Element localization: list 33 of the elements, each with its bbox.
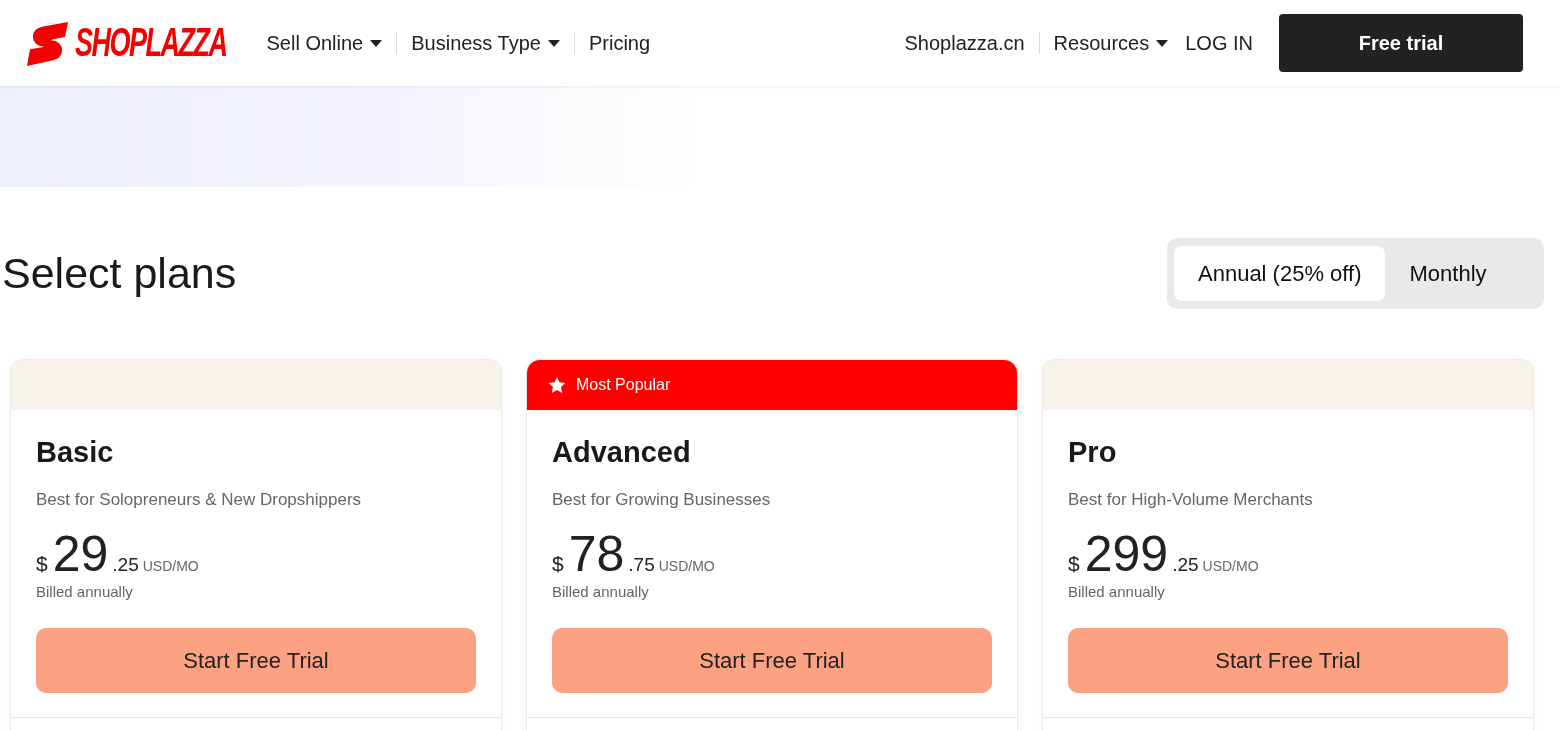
plan-name: Pro bbox=[1068, 435, 1118, 470]
free-trial-button[interactable]: Free trial bbox=[1279, 14, 1523, 72]
brand-name[interactable]: SHOPLAZZA bbox=[75, 22, 227, 64]
plan-tagline: Best for Solopreneurs & New Dropshippers bbox=[36, 489, 363, 511]
price-amount: 78 bbox=[568, 526, 625, 582]
billing-note: Billed annually bbox=[552, 582, 650, 602]
nav-link[interactable]: LOG IN bbox=[1185, 31, 1253, 55]
price-amount: 299 bbox=[1084, 526, 1169, 582]
plan-name: Basic bbox=[36, 435, 115, 470]
price-amount: 29 bbox=[52, 526, 109, 582]
price-unit: USD/MO bbox=[1202, 557, 1259, 576]
plan-tagline: Best for Growing Businesses bbox=[552, 489, 772, 511]
badge-label: Most Popular bbox=[576, 376, 671, 394]
billing-option[interactable]: Monthly bbox=[1385, 246, 1511, 301]
price-unit: USD/MO bbox=[142, 557, 199, 576]
start-trial-button[interactable]: Start Free Trial bbox=[36, 628, 476, 693]
star-icon bbox=[548, 376, 566, 394]
billing-note: Billed annually bbox=[1068, 582, 1166, 602]
nav-link[interactable]: Resources bbox=[1053, 31, 1169, 55]
billing-note: Billed annually bbox=[36, 582, 134, 602]
plan-name: Advanced bbox=[552, 435, 692, 470]
logo-icon[interactable] bbox=[27, 19, 68, 67]
price-unit: USD/MO bbox=[658, 557, 715, 576]
section-title: Select plans bbox=[2, 249, 237, 298]
nav-link[interactable]: Pricing bbox=[588, 31, 651, 55]
nav-link[interactable]: Shoplazza.cn bbox=[904, 31, 1025, 55]
plan-tagline: Best for High-Volume Merchants bbox=[1068, 489, 1314, 511]
start-trial-button[interactable]: Start Free Trial bbox=[552, 628, 992, 693]
billing-option[interactable]: Annual (25% off) bbox=[1174, 246, 1386, 301]
nav-link[interactable]: Sell Online bbox=[266, 31, 383, 55]
nav-link[interactable]: Business Type bbox=[411, 31, 560, 55]
price-cents: .25 bbox=[1172, 553, 1199, 577]
start-trial-button[interactable]: Start Free Trial bbox=[1068, 628, 1508, 693]
